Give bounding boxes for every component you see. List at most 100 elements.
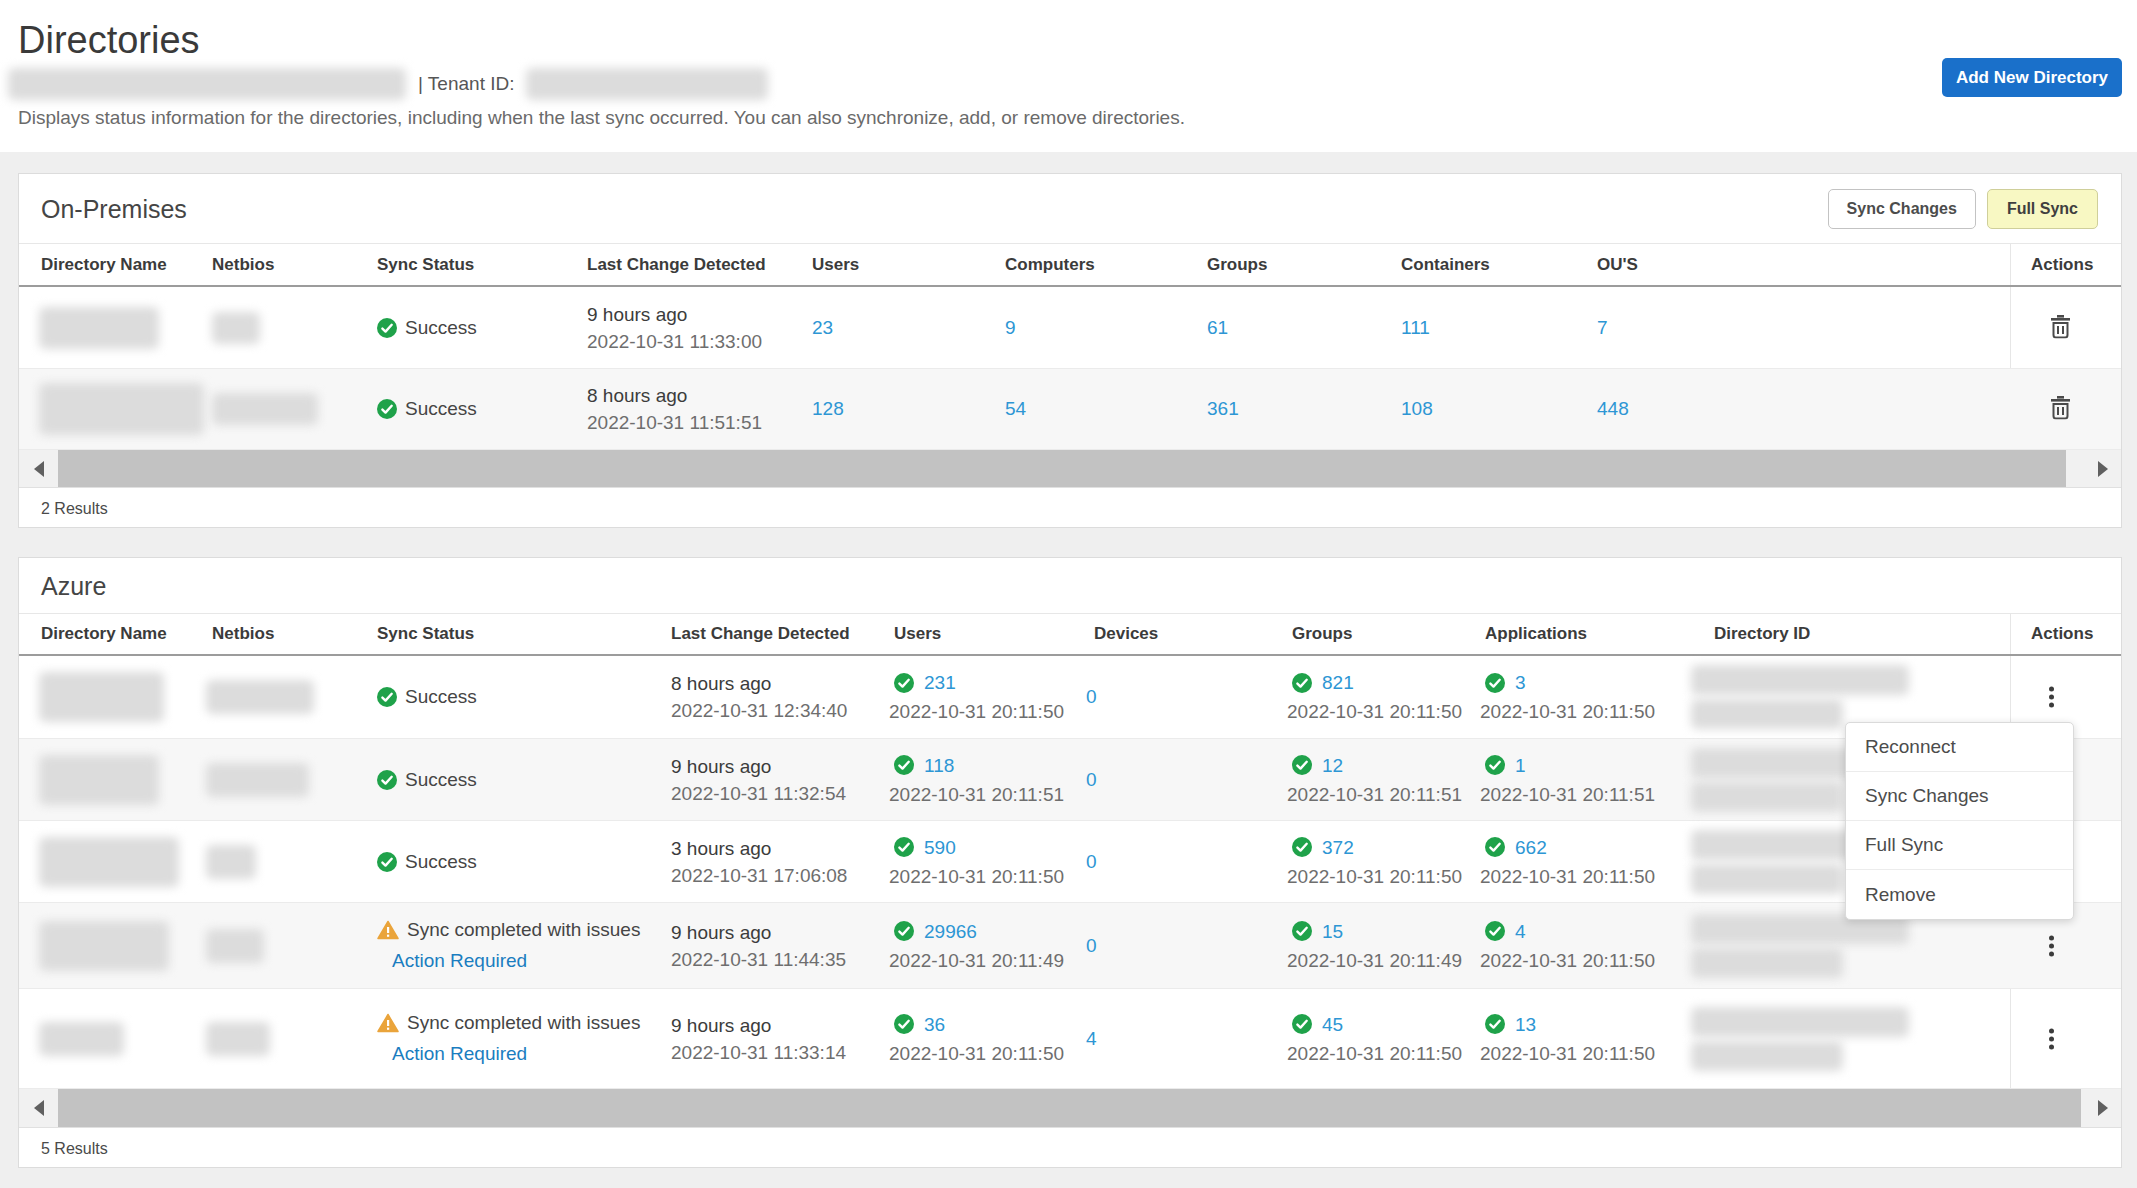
redacted-netbios (206, 680, 314, 714)
sync-status-text: Success (405, 398, 477, 420)
page-description: Displays status information for the dire… (18, 107, 1185, 129)
success-icon (377, 687, 397, 707)
menu-item-reconnect[interactable]: Reconnect (1846, 723, 2073, 772)
users-count-link[interactable]: 29966 (924, 918, 977, 945)
row-actions-menu-button[interactable] (2042, 935, 2060, 956)
delete-directory-button[interactable] (2038, 314, 2082, 341)
col-last-change: Last Change Detected (587, 255, 766, 275)
users-count-link[interactable]: 231 (924, 669, 956, 696)
applications-timestamp: 2022-10-31 20:11:50 (1480, 947, 1655, 974)
add-new-directory-button[interactable]: Add New Directory (1942, 58, 2122, 97)
last-change-timestamp: 2022-10-31 12:34:40 (671, 697, 847, 724)
applications-count-link[interactable]: 4 (1515, 918, 1526, 945)
last-change-timestamp: 2022-10-31 11:32:54 (671, 780, 846, 807)
scroll-right-button[interactable] (2084, 450, 2121, 487)
sync-status-text: Success (405, 851, 477, 873)
on-premises-table-header: Directory Name Netbios Sync Status Last … (19, 244, 2121, 287)
on-premises-title-bar: On-Premises Sync Changes Full Sync (19, 174, 2121, 244)
row-actions-menu-button[interactable] (2042, 1028, 2060, 1049)
ous-count-link[interactable]: 448 (1597, 398, 1629, 420)
horizontal-scrollbar[interactable] (19, 1089, 2121, 1128)
users-timestamp: 2022-10-31 20:11:51 (889, 781, 1064, 808)
applications-count-link[interactable]: 13 (1515, 1011, 1536, 1038)
scroll-right-button[interactable] (2084, 1089, 2121, 1127)
col-users: Users (894, 624, 941, 644)
delete-directory-button[interactable] (2038, 396, 2082, 423)
groups-timestamp: 2022-10-31 20:11:50 (1287, 698, 1462, 725)
success-icon (1485, 1014, 1505, 1034)
table-row: Success 9 hours ago 2022-10-31 11:32:54 … (19, 739, 2121, 821)
horizontal-scrollbar[interactable] (19, 450, 2121, 488)
scroll-left-button[interactable] (19, 450, 58, 487)
col-applications: Applications (1485, 624, 1587, 644)
menu-item-sync-changes[interactable]: Sync Changes (1846, 772, 2073, 821)
devices-count-link[interactable]: 0 (1086, 769, 1097, 791)
table-row: Success 9 hours ago 2022-10-31 11:33:00 … (19, 287, 2121, 369)
ous-count-link[interactable]: 7 (1597, 317, 1608, 339)
sync-status-text: Sync completed with issues (407, 919, 640, 941)
redacted-directory-id (1691, 782, 1843, 812)
col-containers: Containers (1401, 255, 1490, 275)
directories-page: Directories | Tenant ID: Displays status… (0, 0, 2137, 1188)
sync-status-text: Sync completed with issues (407, 1012, 640, 1034)
arrow-left-icon (34, 461, 44, 477)
containers-count-link[interactable]: 111 (1401, 317, 1430, 339)
sync-status-text: Success (405, 686, 477, 708)
users-count-link[interactable]: 118 (924, 752, 954, 779)
scroll-left-button[interactable] (19, 1089, 58, 1127)
scrollbar-thumb[interactable] (58, 1089, 2081, 1127)
success-icon (894, 755, 914, 775)
users-count-link[interactable]: 23 (812, 317, 833, 339)
azure-table-header: Directory Name Netbios Sync Status Last … (19, 614, 2121, 656)
groups-count-link[interactable]: 372 (1322, 834, 1354, 861)
applications-count-link[interactable]: 1 (1515, 752, 1526, 779)
azure-card: Azure Directory Name Netbios Sync Status… (18, 557, 2122, 1168)
col-netbios: Netbios (212, 624, 274, 644)
table-row: Sync completed with issues Action Requir… (19, 903, 2121, 989)
containers-count-link[interactable]: 108 (1401, 398, 1433, 420)
groups-count-link[interactable]: 15 (1322, 918, 1343, 945)
users-count-link[interactable]: 590 (924, 834, 956, 861)
applications-count-link[interactable]: 3 (1515, 669, 1526, 696)
col-groups: Groups (1207, 255, 1267, 275)
col-netbios: Netbios (212, 255, 274, 275)
computers-count-link[interactable]: 9 (1005, 317, 1016, 339)
groups-count-link[interactable]: 361 (1207, 398, 1239, 420)
menu-item-remove[interactable]: Remove (1846, 870, 2073, 919)
scrollbar-thumb[interactable] (58, 450, 2066, 487)
applications-count-link[interactable]: 662 (1515, 834, 1547, 861)
col-computers: Computers (1005, 255, 1095, 275)
success-icon (1292, 673, 1312, 693)
groups-count-link[interactable]: 61 (1207, 317, 1228, 339)
azure-title-bar: Azure (19, 558, 2121, 614)
menu-item-full-sync[interactable]: Full Sync (1846, 821, 2073, 870)
computers-count-link[interactable]: 54 (1005, 398, 1026, 420)
col-ous: OU'S (1597, 255, 1638, 275)
tenant-id-label: | Tenant ID: (418, 73, 514, 95)
devices-count-link[interactable]: 4 (1086, 1028, 1097, 1050)
success-icon (1485, 837, 1505, 857)
redacted-netbios (206, 845, 256, 879)
action-required-link[interactable]: Action Required (392, 950, 640, 972)
action-required-link[interactable]: Action Required (392, 1043, 640, 1065)
devices-count-link[interactable]: 0 (1086, 851, 1097, 873)
users-count-link[interactable]: 36 (924, 1011, 945, 1038)
results-count: 2 Results (41, 500, 108, 518)
redacted-account-name (8, 68, 406, 100)
col-groups: Groups (1292, 624, 1352, 644)
redacted-directory-name (39, 837, 179, 887)
groups-count-link[interactable]: 12 (1322, 752, 1343, 779)
devices-count-link[interactable]: 0 (1086, 935, 1097, 957)
col-devices: Devices (1094, 624, 1158, 644)
users-count-link[interactable]: 128 (812, 398, 844, 420)
devices-count-link[interactable]: 0 (1086, 686, 1097, 708)
on-premises-card: On-Premises Sync Changes Full Sync Direc… (18, 173, 2122, 528)
results-count: 5 Results (41, 1140, 108, 1158)
sync-changes-button[interactable]: Sync Changes (1828, 189, 1976, 229)
row-actions-menu-button[interactable] (2042, 687, 2060, 708)
groups-count-link[interactable]: 45 (1322, 1011, 1343, 1038)
full-sync-button[interactable]: Full Sync (1987, 189, 2098, 229)
groups-count-link[interactable]: 821 (1322, 669, 1354, 696)
sync-status-text: Success (405, 769, 477, 791)
success-icon (377, 399, 397, 419)
